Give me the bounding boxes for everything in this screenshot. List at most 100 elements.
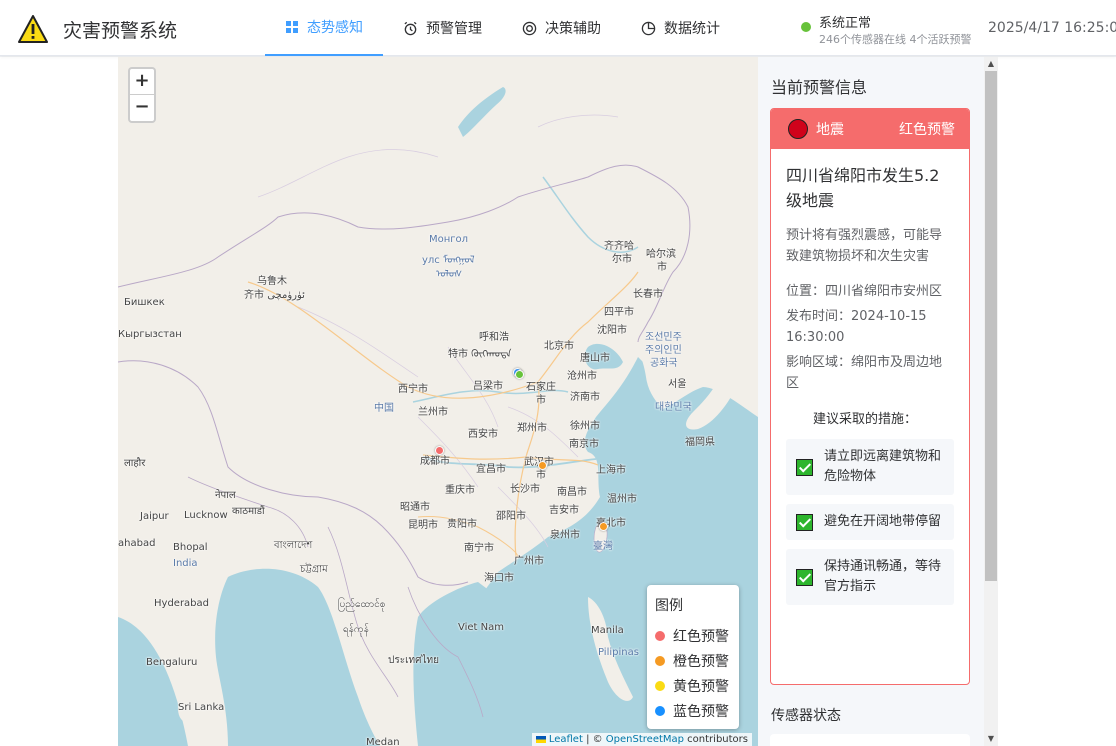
- city-label: 南宁市: [464, 543, 494, 554]
- panel-right-gutter: [998, 57, 1116, 746]
- city-label: नेपाल: [215, 490, 236, 501]
- support-icon: [522, 21, 537, 35]
- alert-card-body: 四川省绵阳市发生5.2级地震 预计将有强烈震感，可能导致建筑物损坏和次生灾害 位…: [771, 149, 969, 605]
- legend-label: 红色预警: [673, 628, 729, 645]
- alert-marker[interactable]: [599, 522, 608, 531]
- checkmark-icon: [796, 513, 813, 531]
- legend-red-icon: [655, 630, 665, 641]
- alert-marker[interactable]: [538, 461, 547, 470]
- legend-blue-icon: [655, 705, 665, 716]
- osm-link[interactable]: OpenStreetMap: [606, 734, 684, 745]
- city-label: 泉州市: [550, 530, 580, 541]
- warning-triangle-icon: [18, 15, 48, 43]
- zoom-in-button[interactable]: +: [130, 69, 154, 95]
- panel-title: 当前预警信息: [771, 78, 868, 97]
- city-label: 南昌市: [557, 487, 587, 498]
- city-label: 南京市: [569, 439, 599, 450]
- city-label: Viet Nam: [458, 622, 505, 633]
- legend-yellow-icon: [655, 680, 665, 691]
- legend-item: 红色预警: [655, 623, 731, 648]
- city-label: 贵阳市: [447, 519, 477, 530]
- city-label: ᠤᠯᠤᠰ: [436, 269, 463, 280]
- city-label: Кыргызстан: [118, 329, 182, 340]
- city-label: 温州市: [607, 494, 637, 505]
- city-label: ประเทศไทย: [388, 655, 439, 666]
- zoom-out-button[interactable]: −: [130, 95, 154, 121]
- legend-item: 蓝色预警: [655, 698, 731, 723]
- alert-level: 红色预警: [899, 122, 955, 138]
- city-label: 徐州市: [570, 421, 600, 432]
- panel-scrollbar[interactable]: ▲ ▼: [984, 57, 998, 746]
- city-label: 공화국: [650, 358, 678, 369]
- pie-chart-icon: [641, 21, 656, 35]
- alert-location: 位置：四川省绵阳市安州区: [786, 284, 943, 299]
- alert-card[interactable]: 地震 红色预警 四川省绵阳市发生5.2级地震 预计将有强烈震感，可能导致建筑物损…: [770, 108, 970, 685]
- scroll-up-arrow-icon[interactable]: ▲: [984, 57, 998, 71]
- city-label: 대한민국: [655, 402, 692, 413]
- measure-item: 保持通讯畅通，等待官方指示: [786, 549, 954, 605]
- alert-marker[interactable]: [435, 446, 444, 455]
- alert-panel: 当前预警信息 地震 红色预警 四川省绵阳市发生5.2级地震 预计将有强烈震感，可…: [758, 57, 984, 746]
- scroll-thumb[interactable]: [985, 71, 997, 581]
- city-label: लाहौर: [124, 458, 146, 469]
- city-label: India: [173, 558, 198, 569]
- city-label: 兰州市: [418, 407, 448, 418]
- attribution-separator: | ©: [582, 734, 606, 745]
- app-header: 灾害预警系统 态势感知 预警管理 决策辅助 数据统计 系统正常 246个传感器在…: [0, 0, 1116, 56]
- nav-alert-management[interactable]: 预警管理: [383, 0, 502, 56]
- alert-description: 预计将有强烈震感，可能导致建筑物损坏和次生灾害: [786, 228, 943, 264]
- measure-text: 避免在开阔地带停留: [824, 514, 942, 529]
- nav-label: 决策辅助: [545, 21, 601, 37]
- zoom-control: + −: [128, 67, 156, 123]
- city-label: Монгол: [429, 234, 469, 245]
- alert-type: 地震: [816, 122, 844, 138]
- city-label: 齐市 ئۈرۈمچى: [244, 290, 305, 301]
- city-label: 济南市: [570, 392, 600, 403]
- measures-title: 建议采取的措施：: [813, 412, 918, 427]
- leaflet-link[interactable]: Leaflet: [549, 734, 583, 745]
- legend-item: 黄色预警: [655, 673, 731, 698]
- city-label: Бишкек: [124, 297, 165, 308]
- nav-statistics[interactable]: 数据统计: [621, 0, 740, 56]
- city-label: 沈阳市: [597, 325, 627, 336]
- nav-situation-awareness[interactable]: 态势感知: [265, 0, 383, 56]
- status-summary: 246个传感器在线 4个活跃预警: [819, 33, 972, 46]
- measure-text: 保持通讯畅通，等待官方指示: [824, 559, 942, 594]
- city-label: 成都市: [420, 456, 450, 467]
- city-label: 福岡県: [685, 437, 715, 448]
- city-label: 邵阳市: [496, 511, 526, 522]
- main-nav: 态势感知 预警管理 决策辅助 数据统计: [265, 0, 740, 56]
- city-label: 沧州市: [567, 371, 597, 382]
- scroll-down-arrow-icon[interactable]: ▼: [984, 732, 998, 746]
- situation-map[interactable]: + − 乌鲁木 齐市 ئۈرۈمچى Бишкек Кыргызстан Монгол у…: [118, 57, 758, 746]
- nav-label: 态势感知: [307, 20, 363, 36]
- city-label: Hyderabad: [154, 598, 209, 609]
- legend-title: 图例: [655, 598, 683, 614]
- alert-card-header: 地震 红色预警: [771, 109, 969, 149]
- app-title: 灾害预警系统: [63, 20, 178, 42]
- city-label: ရန်ကုန်: [343, 624, 369, 635]
- current-datetime: 2025/4/17 16:25:00: [988, 20, 1116, 36]
- measure-item: 请立即远离建筑物和危险物体: [786, 439, 954, 495]
- city-label: 长沙市: [510, 484, 540, 495]
- city-label: 北京市: [544, 341, 574, 352]
- measure-text: 请立即远离建筑物和危险物体: [824, 449, 942, 484]
- legend-orange-icon: [655, 655, 665, 666]
- alert-time: 发布时间：2024-10-15 16:30:00: [786, 309, 927, 345]
- nav-decision-support[interactable]: 决策辅助: [502, 0, 621, 56]
- city-label: 特市 ᠬᠥᠬᠡᠬᠣᠲᠠ: [448, 349, 512, 360]
- map-legend: 图例 红色预警 橙色预警 黄色预警 蓝色预警: [647, 585, 739, 729]
- city-label: 乌鲁木: [257, 276, 287, 287]
- checkmark-icon: [796, 568, 813, 586]
- alert-marker[interactable]: [515, 370, 524, 379]
- city-label: বাংলাদেশ: [274, 540, 313, 551]
- city-label: 臺灣: [593, 541, 613, 552]
- city-label: 尔市: [612, 254, 632, 265]
- legend-label: 橙色预警: [673, 653, 729, 670]
- city-label: ပြည်ထောင်စု: [338, 599, 386, 610]
- city-label: 西宁市: [398, 384, 428, 395]
- legend-label: 黄色预警: [673, 678, 729, 695]
- city-label: 唐山市: [580, 353, 610, 364]
- city-label: Sri Lanka: [178, 702, 225, 713]
- city-label: ahabad: [118, 538, 156, 549]
